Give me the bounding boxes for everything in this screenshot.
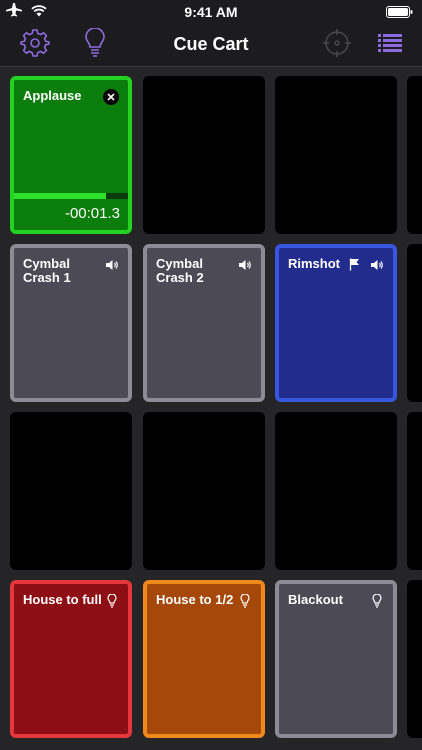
empty-cue-slot[interactable] — [275, 412, 397, 570]
empty-cue-slot[interactable] — [407, 76, 422, 234]
cue-rimshot[interactable]: Rimshot — [275, 244, 397, 402]
list-icon — [378, 33, 402, 58]
cue-name: House to 1/2 — [156, 592, 234, 607]
cue-name: House to full — [23, 592, 102, 607]
status-bar: 9:41 AM — [0, 0, 422, 24]
empty-cue-slot[interactable] — [143, 76, 265, 234]
empty-cue-slot[interactable] — [407, 412, 422, 570]
stop-icon — [107, 88, 115, 106]
cue-name: Cymbal Crash 1 — [23, 256, 71, 285]
speaker-icon — [105, 258, 119, 276]
list-button[interactable] — [373, 28, 407, 62]
target-button[interactable] — [320, 28, 354, 62]
time-remaining: -00:01.3 — [64, 205, 120, 222]
status-time: 9:41 AM — [184, 4, 238, 20]
empty-cue-slot[interactable] — [407, 580, 422, 738]
cue-name: Applause — [23, 88, 82, 103]
cue-name: Cymbal Crash 2 — [156, 256, 204, 285]
cue-house-to-full[interactable]: House to full — [10, 580, 132, 738]
cue-grid: Applause -00:01.3 Cymbal Crash 1 Cymbal … — [0, 67, 422, 750]
nav-bar: Cue Cart — [0, 24, 422, 67]
cue-applause[interactable]: Applause -00:01.3 — [10, 76, 132, 234]
cue-cymbal-crash-2[interactable]: Cymbal Crash 2 — [143, 244, 265, 402]
target-icon — [322, 28, 352, 63]
playback-progress-fill — [14, 193, 107, 199]
speaker-icon — [238, 258, 252, 276]
flag-icon — [349, 258, 361, 276]
battery-icon — [386, 5, 414, 23]
cue-house-to-half[interactable]: House to 1/2 — [143, 580, 265, 738]
cue-blackout[interactable]: Blackout — [275, 580, 397, 738]
empty-cue-slot[interactable] — [407, 244, 422, 402]
speaker-icon — [370, 258, 384, 276]
empty-cue-slot[interactable] — [275, 76, 397, 234]
stop-button[interactable] — [103, 89, 119, 105]
playback-progress — [14, 193, 128, 199]
cue-cymbal-crash-1[interactable]: Cymbal Crash 1 — [10, 244, 132, 402]
lightbulb-icon — [240, 593, 250, 613]
empty-cue-slot[interactable] — [143, 412, 265, 570]
cue-name: Blackout — [288, 592, 343, 607]
page-title: Cue Cart — [173, 34, 249, 54]
lightbulb-icon — [372, 593, 382, 613]
empty-cue-slot[interactable] — [10, 412, 132, 570]
lightbulb-icon — [107, 593, 117, 613]
